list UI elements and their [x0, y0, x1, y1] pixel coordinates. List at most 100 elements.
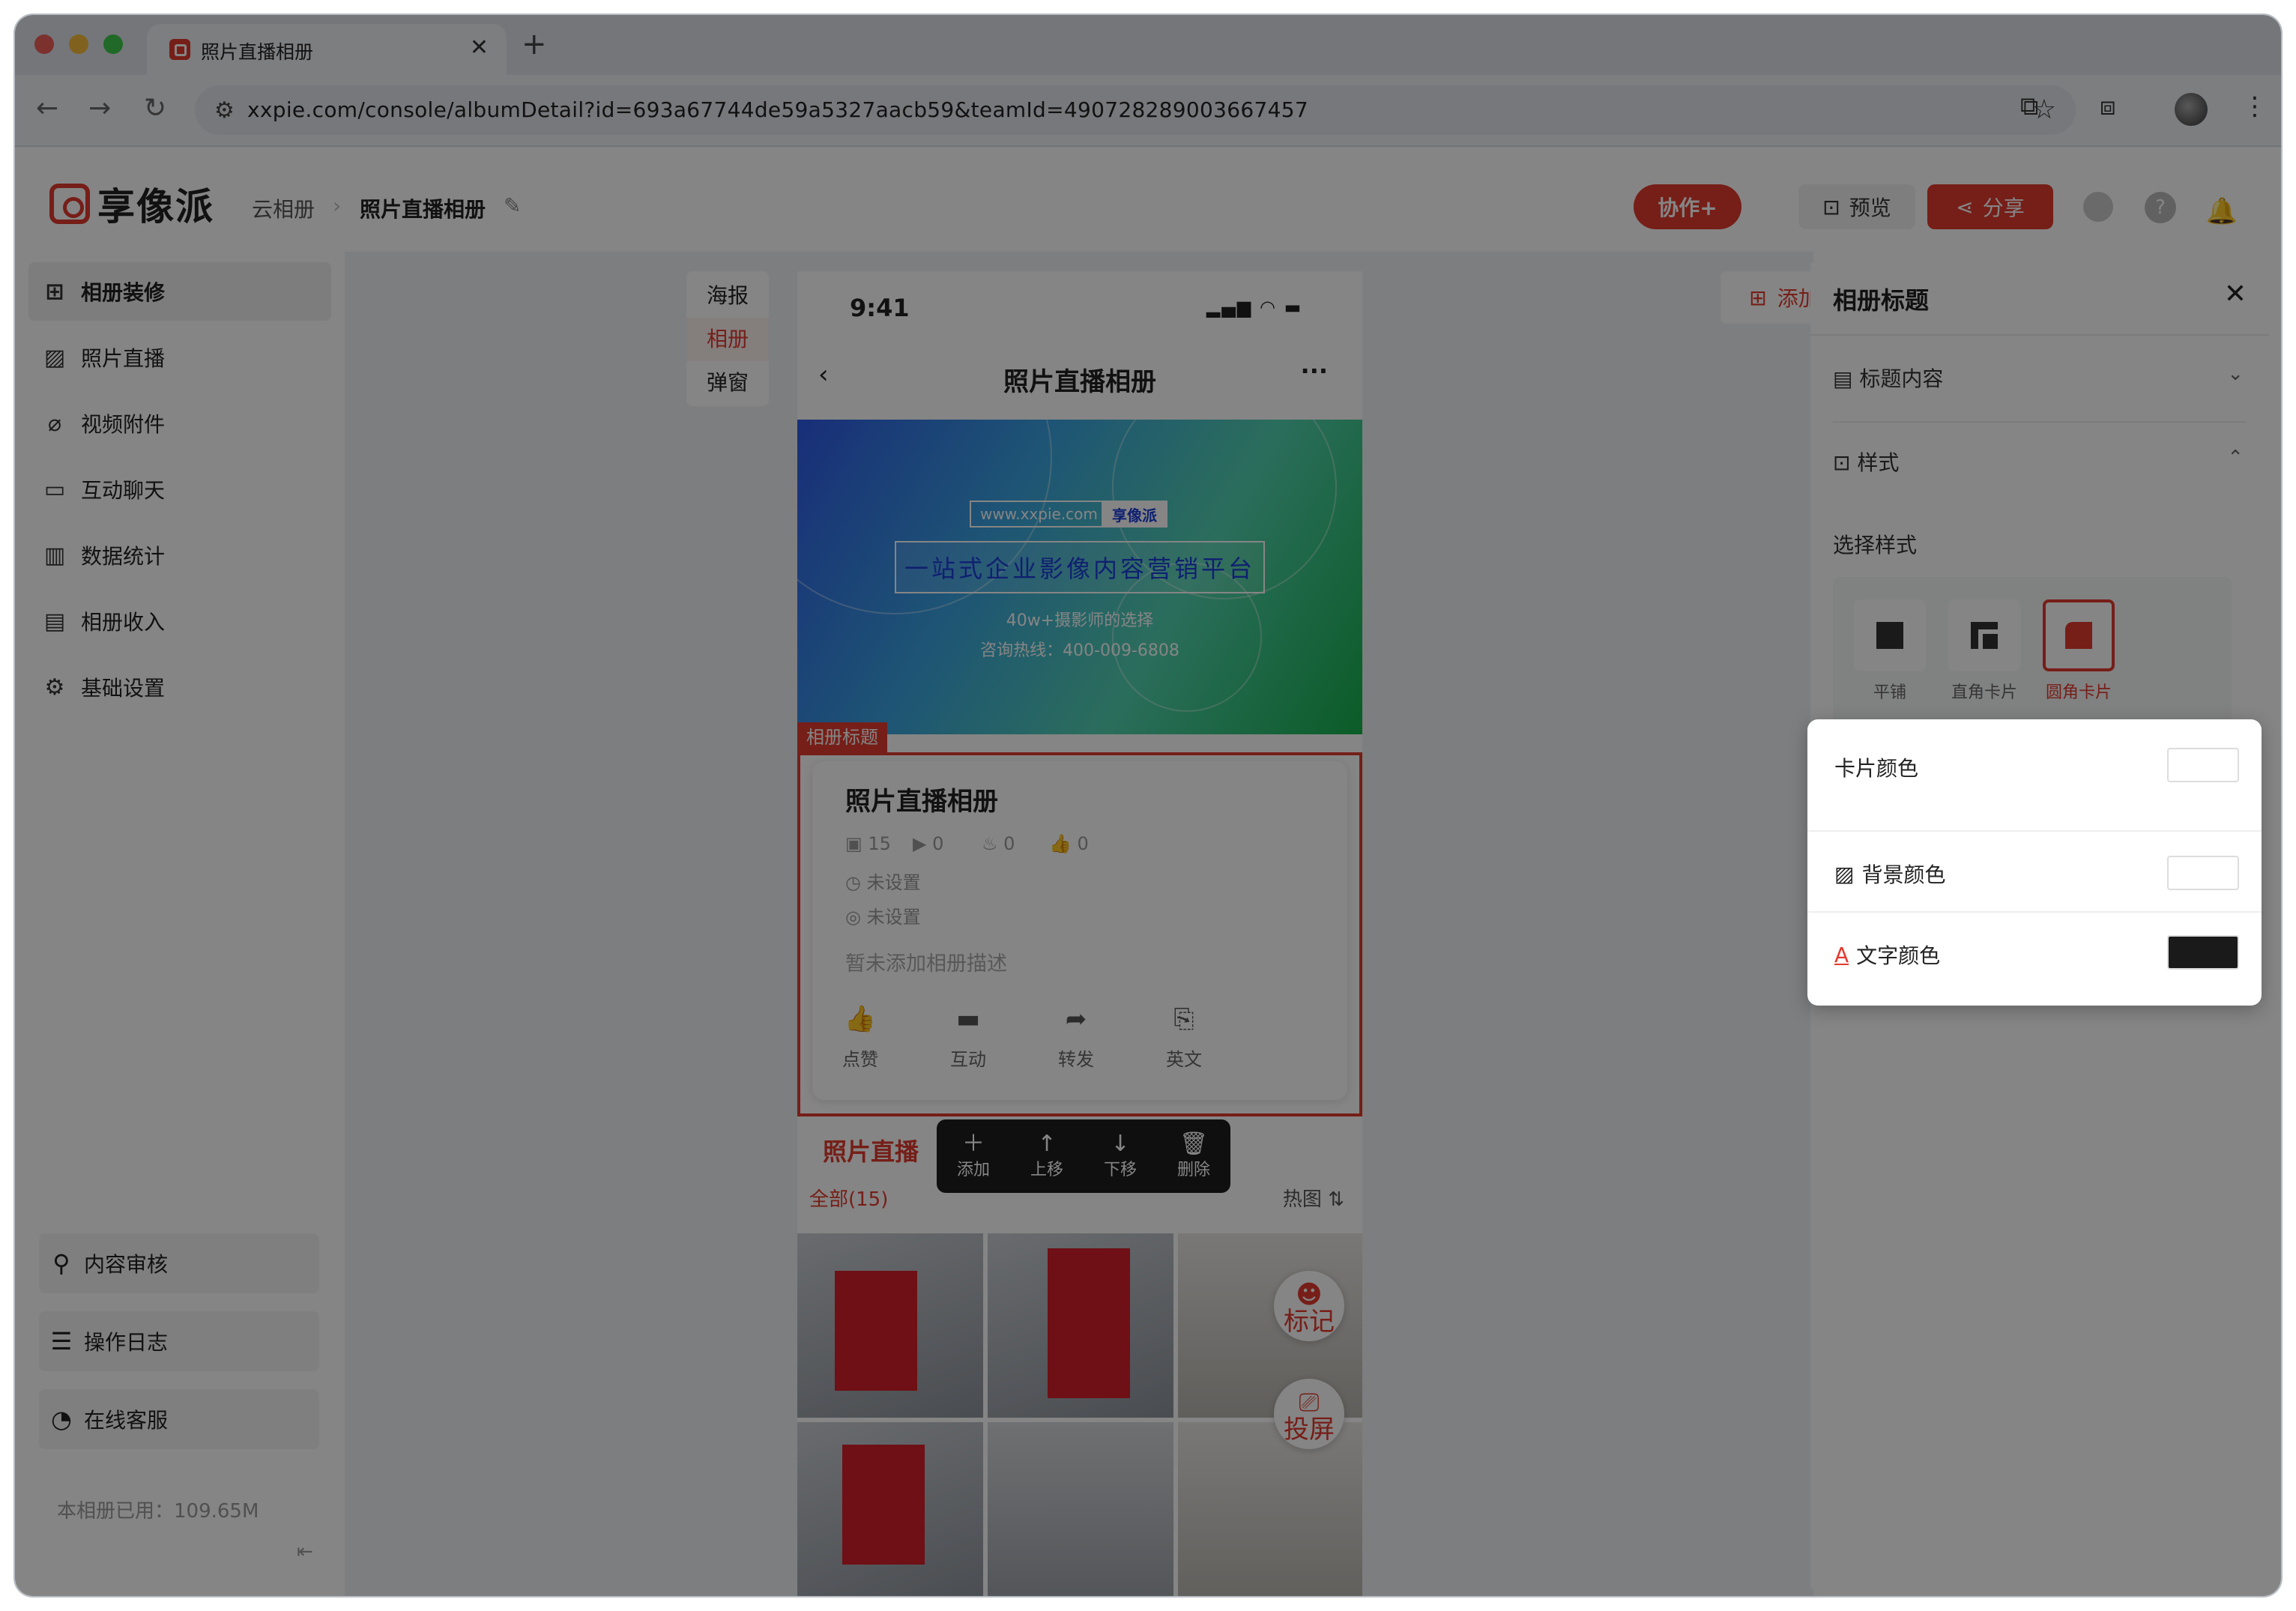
chevron-down-icon[interactable]: ⌄	[2227, 363, 2244, 385]
bottom-item-label: 内容审核	[84, 1252, 169, 1277]
card-color-label: 卡片颜色	[1834, 756, 1919, 781]
tab-search-icon[interactable]: ⧈	[2100, 91, 2116, 121]
minimize-window-button[interactable]	[69, 34, 88, 54]
bg-color-swatch[interactable]	[2167, 856, 2239, 890]
preview-button[interactable]: ⊡ 预览	[1798, 184, 1915, 229]
new-tab-icon[interactable]: +	[522, 27, 547, 61]
sidebar-item-label: 视频附件	[81, 412, 166, 437]
site-settings-icon[interactable]: ⚙	[214, 97, 235, 124]
sidebar-item-video[interactable]: ⌀ 视频附件	[28, 394, 331, 453]
audit-button[interactable]: ⚲ 内容审核	[39, 1233, 319, 1293]
logo-icon	[49, 184, 90, 224]
logo[interactable]: 享像派	[49, 177, 214, 231]
move-down-button[interactable]: ↓ 下移	[1104, 1132, 1137, 1180]
poster-banner[interactable]: www.xxpie.com 享像派 一站式企业影像内容营销平台 40w+摄影师的…	[797, 420, 1362, 734]
url-text: xxpie.com/console/albumDetail?id=693a677…	[247, 97, 1308, 122]
divider	[1807, 830, 2262, 832]
photo-thumbnail[interactable]	[988, 1233, 1173, 1418]
sidebar-item-label: 基础设置	[81, 676, 166, 701]
selected-component-tag: 相册标题	[797, 722, 887, 752]
share-label: 分享	[1982, 196, 2025, 220]
style-section[interactable]: ⊡ 样式	[1833, 447, 1899, 477]
phone-preview: 9:41 ▂▄▆ ◠ ▬ ‹ 照片直播相册 ··· www.xxpie.com …	[797, 271, 1362, 1596]
log-button[interactable]: ☰ 操作日志	[39, 1311, 319, 1371]
back-icon[interactable]: ←	[36, 93, 58, 124]
mark-button[interactable]: ☻ 标记	[1274, 1271, 1344, 1341]
pause-icon[interactable]	[2083, 192, 2113, 222]
move-up-button[interactable]: ↑ 上移	[1030, 1132, 1063, 1180]
style-option-tile[interactable]: 平铺	[1854, 599, 1926, 703]
interact-action[interactable]: ▬ 互动	[931, 1004, 1006, 1071]
collab-button[interactable]: 协作+	[1634, 184, 1741, 229]
audit-icon: ⚲	[52, 1249, 70, 1278]
url-field[interactable]: ⚙ xxpie.com/console/albumDetail?id=693a6…	[195, 85, 2076, 135]
tab-popup[interactable]: 弹窗	[686, 361, 769, 405]
sidebar-item-stats[interactable]: ▥ 数据统计	[28, 526, 331, 584]
bottom-item-label: 在线客服	[84, 1408, 169, 1433]
card-title: 照片直播相册	[845, 787, 998, 817]
help-icon[interactable]: ?	[2145, 192, 2176, 223]
choose-style-label: 选择样式	[1833, 533, 1918, 557]
style-option-square-card[interactable]: 直角卡片	[1948, 599, 2020, 703]
browser-tab[interactable]: 照片直播相册 ✕	[147, 24, 507, 75]
filter-hot[interactable]: 热图 ⇅	[1283, 1184, 1344, 1212]
close-icon[interactable]: ✕	[2224, 279, 2247, 309]
style-options: 平铺 直角卡片 圆角卡片	[1833, 577, 2232, 724]
sidebar-item-chat[interactable]: ▭ 互动聊天	[28, 460, 331, 519]
photo-thumbnail[interactable]	[988, 1422, 1173, 1596]
tab-album[interactable]: 相册	[686, 318, 769, 361]
chevron-up-icon[interactable]: ⌃	[2227, 447, 2244, 469]
close-window-button[interactable]	[34, 34, 54, 54]
sidebar-item-live-photos[interactable]: ▨ 照片直播	[28, 328, 331, 387]
banner-site: www.xxpie.com	[970, 501, 1108, 528]
section-title: 照片直播	[823, 1137, 919, 1166]
reload-icon[interactable]: ↻	[144, 93, 166, 124]
delete-button[interactable]: 🗑 删除	[1177, 1132, 1210, 1180]
like-action[interactable]: 👍 点赞	[823, 1004, 898, 1071]
extensions-icon[interactable]: ⧉	[2020, 91, 2038, 121]
photo-thumbnail[interactable]	[797, 1233, 983, 1418]
sidebar: ⊞ 相册装修 ▨ 照片直播 ⌀ 视频附件 ▭ 互动聊天 ▥ 数据统计 ▤ 相册收…	[15, 252, 345, 1596]
tab-bar: 照片直播相册 ✕ +	[15, 15, 2281, 75]
forward-action[interactable]: ➦ 转发	[1039, 1004, 1114, 1071]
style-option-rounded-card[interactable]: 圆角卡片	[2043, 599, 2115, 703]
tile-style-icon	[1854, 599, 1926, 671]
breadcrumb-root[interactable]: 云相册	[252, 193, 315, 223]
photo-thumbnail[interactable]	[1178, 1422, 1362, 1596]
cast-button[interactable]: ⎚ 投屏	[1274, 1379, 1344, 1449]
support-button[interactable]: ◔ 在线客服	[39, 1389, 319, 1449]
photo-thumbnail[interactable]	[797, 1422, 983, 1596]
zoom-window-button[interactable]	[103, 34, 123, 54]
banner-slogan: 一站式企业影像内容营销平台	[895, 541, 1265, 593]
profile-avatar[interactable]	[2175, 93, 2208, 126]
sidebar-item-label: 互动聊天	[81, 478, 166, 503]
collapse-sidebar-icon[interactable]: ⇤	[297, 1541, 313, 1563]
panel-title: 相册标题	[1833, 286, 1930, 315]
text-color-swatch[interactable]	[2167, 935, 2239, 970]
divider	[1807, 911, 2262, 913]
more-menu-icon[interactable]: ⋮	[2242, 91, 2268, 121]
filter-all[interactable]: 全部(15)	[809, 1184, 888, 1212]
trash-icon: 🗑	[1179, 1131, 1209, 1157]
share-button[interactable]: ⋖ 分享	[1927, 184, 2053, 229]
sort-icon: ⇅	[1328, 1188, 1344, 1211]
tab-close-icon[interactable]: ✕	[470, 34, 489, 61]
bell-icon[interactable]: 🔔	[2206, 189, 2238, 234]
edit-title-icon[interactable]: ✎	[504, 193, 521, 218]
add-button[interactable]: ＋添加	[957, 1132, 990, 1180]
forward-icon[interactable]: →	[88, 93, 111, 124]
square-card-shape	[1971, 622, 1998, 649]
sidebar-item-settings[interactable]: ⚙ 基础设置	[28, 658, 331, 716]
tab-poster[interactable]: 海报	[686, 274, 769, 318]
sidebar-item-income[interactable]: ▤ 相册收入	[28, 592, 331, 650]
title-content-section[interactable]: ▤ 标题内容	[1833, 363, 1943, 393]
preview-icon: ⊡	[1822, 194, 1840, 220]
logo-text: 享像派	[97, 185, 214, 229]
english-action[interactable]: ⎘ 英文	[1147, 1004, 1221, 1071]
sidebar-item-decorate[interactable]: ⊞ 相册装修	[28, 262, 331, 321]
share-icon: ⋖	[1956, 194, 1974, 220]
card-color-swatch[interactable]	[2167, 748, 2239, 782]
favicon-icon	[169, 39, 190, 60]
more-icon[interactable]: ···	[1301, 357, 1328, 385]
album-title-card[interactable]: 照片直播相册 ▣ 15 ▶ 0 ♨ 0 👍 0 ◷ 未设置 ◎ 未设置 暂未添加…	[812, 761, 1347, 1100]
